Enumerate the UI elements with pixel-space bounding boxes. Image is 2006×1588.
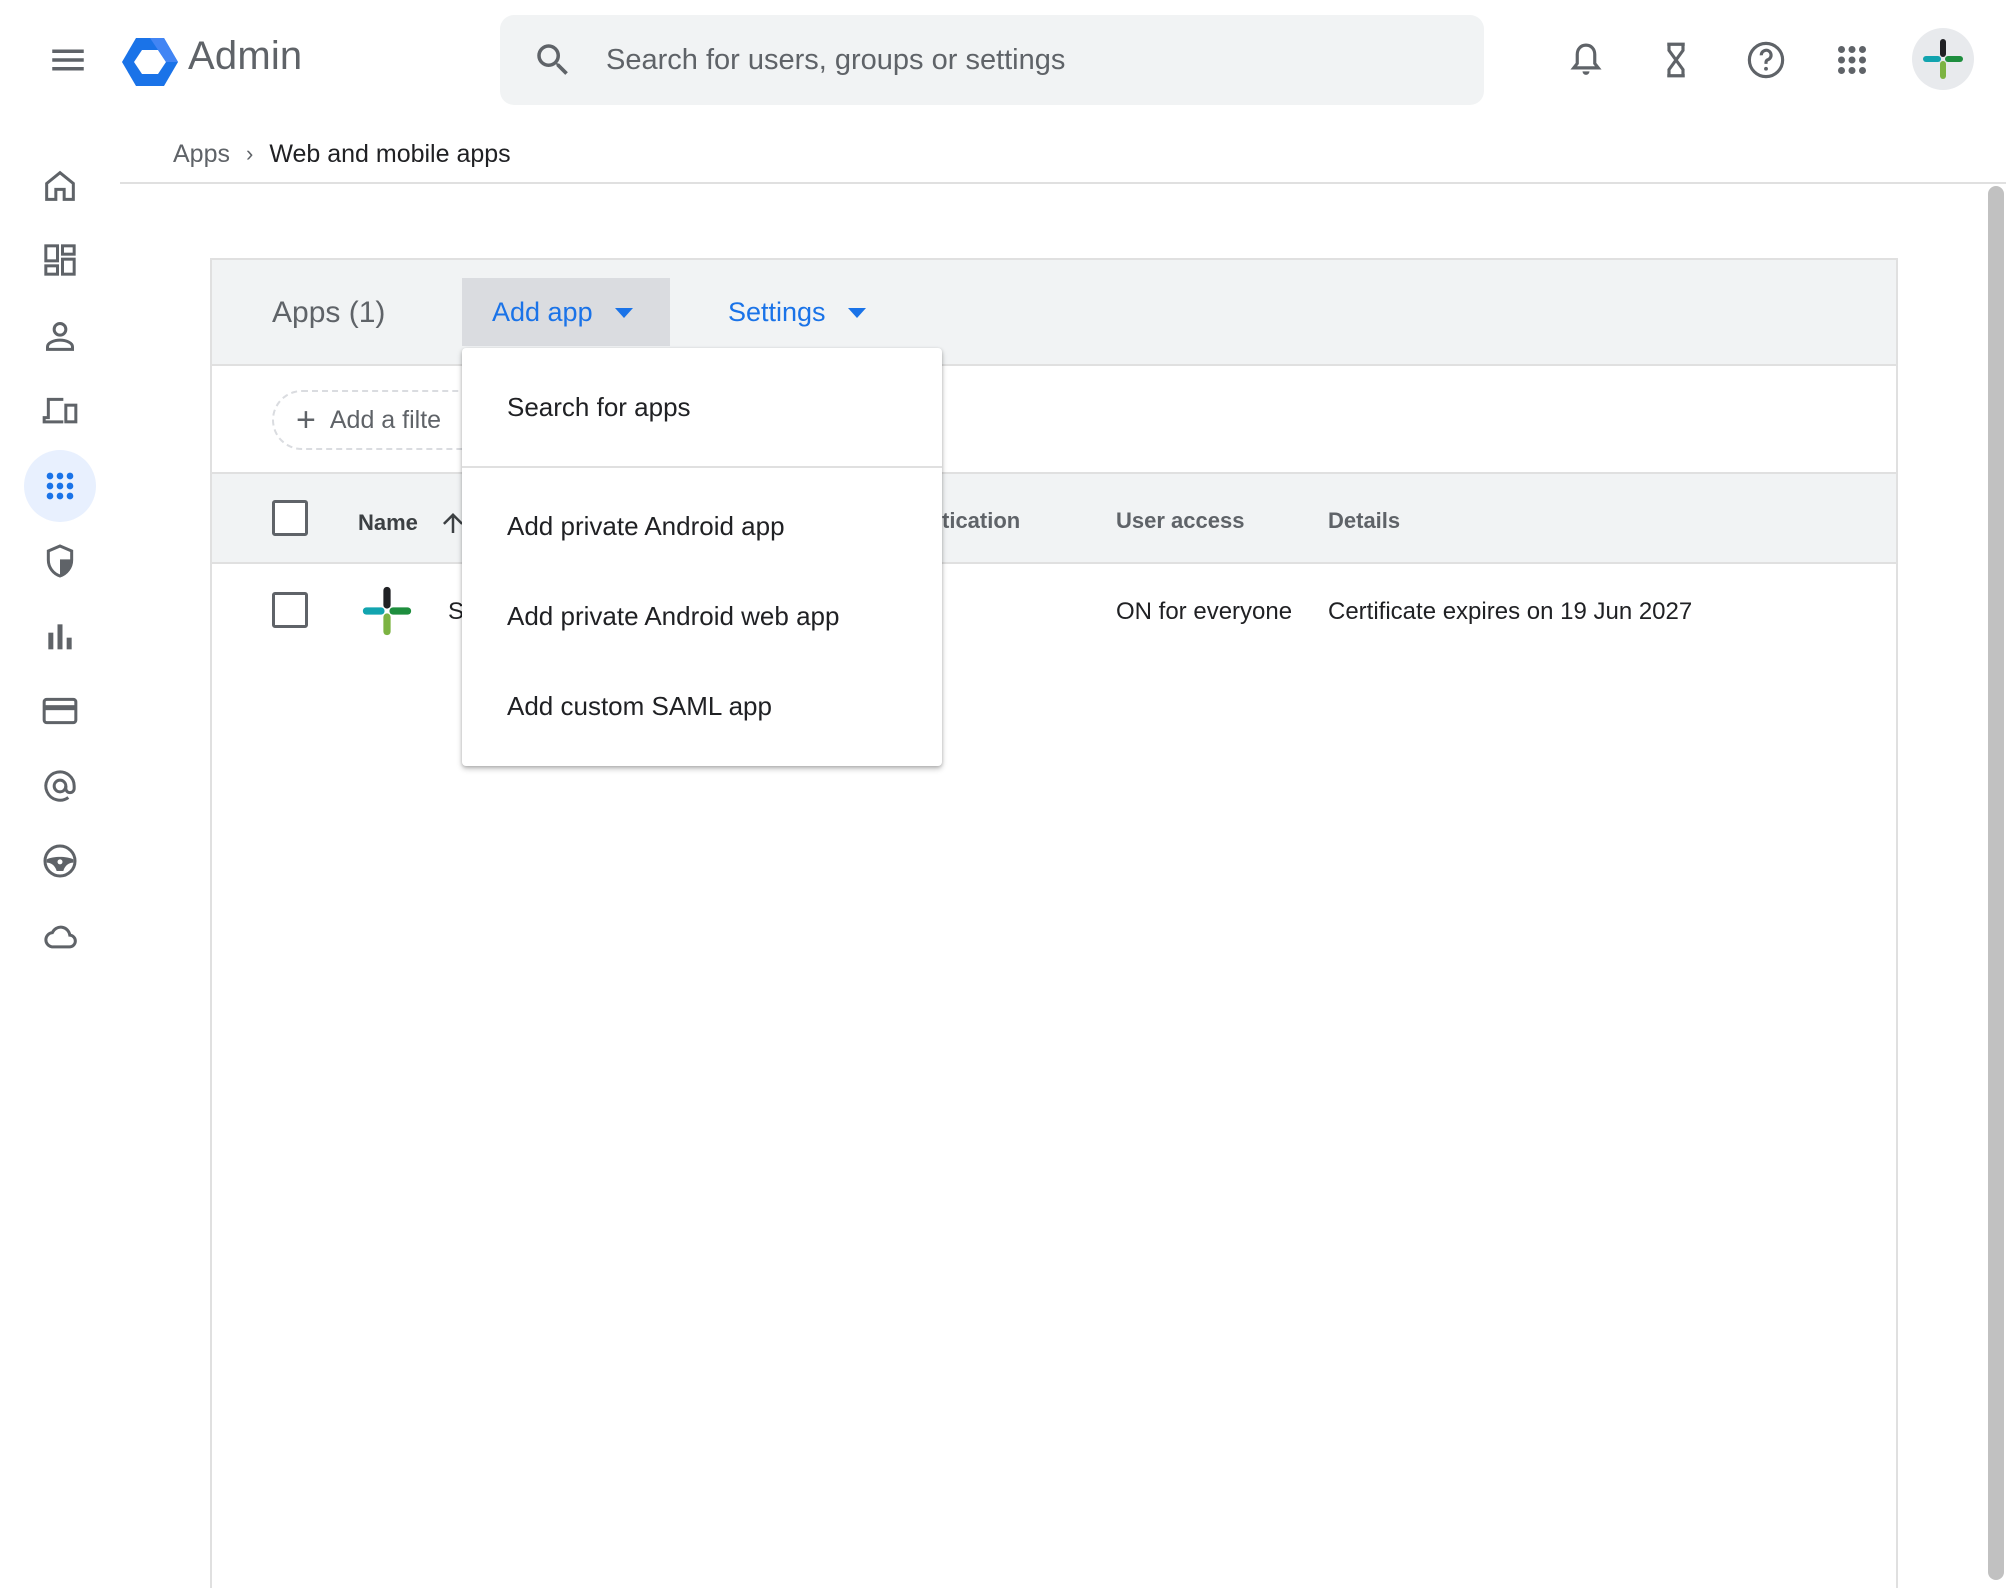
search-box[interactable] (500, 15, 1484, 105)
menu-divider (462, 466, 942, 468)
column-name[interactable]: Name (358, 508, 468, 538)
nav-dashboard[interactable] (24, 224, 96, 296)
home-icon (45, 170, 75, 201)
header-divider (120, 182, 2006, 184)
pinwheel-logo-icon (1923, 39, 1963, 79)
nav-directory[interactable] (24, 300, 96, 372)
menu-item-add-private-android-app[interactable]: Add private Android app (462, 486, 942, 566)
breadcrumb-apps-link[interactable]: Apps (173, 140, 230, 169)
reporting-bar-chart-icon (48, 624, 72, 650)
rules-steering-icon (43, 844, 77, 878)
app-title: Admin (188, 34, 303, 78)
nav-account[interactable] (24, 750, 96, 822)
caret-down-icon (614, 308, 633, 318)
add-app-label: Add app (492, 296, 593, 327)
bell-icon (1570, 43, 1602, 75)
nav-reporting[interactable] (24, 600, 96, 672)
storage-cloud-icon (44, 925, 77, 949)
hourglass-icon (1667, 42, 1685, 78)
help-button[interactable] (1736, 30, 1796, 90)
help-icon (1747, 41, 1785, 79)
tasks-button[interactable] (1646, 30, 1706, 90)
column-authentication[interactable]: tication (942, 508, 1020, 534)
account-at-icon (44, 770, 76, 802)
top-app-bar: Admin (0, 0, 2006, 122)
menu-item-search-for-apps[interactable]: Search for apps (462, 367, 942, 447)
menu-item-add-private-android-web-app[interactable]: Add private Android web app (462, 576, 942, 656)
apps-grid-icon (46, 472, 74, 500)
app-pinwheel-icon (362, 586, 412, 636)
billing-card-icon (42, 697, 78, 725)
dashboard-icon (44, 244, 76, 276)
column-name-label: Name (358, 510, 418, 535)
column-user-access[interactable]: User access (1116, 508, 1244, 534)
column-details[interactable]: Details (1328, 508, 1400, 534)
breadcrumb-current: Web and mobile apps (269, 139, 511, 168)
security-shield-icon (46, 544, 74, 578)
account-avatar[interactable] (1912, 28, 1974, 90)
caret-down-icon (847, 308, 866, 318)
scrollbar-thumb[interactable] (1988, 186, 2004, 1580)
search-icon (537, 44, 568, 75)
notifications-button[interactable] (1556, 30, 1616, 90)
breadcrumb-separator: › (245, 141, 254, 166)
breadcrumb: Apps › Web and mobile apps (173, 134, 511, 174)
menu-item-add-custom-saml-app[interactable]: Add custom SAML app (462, 666, 942, 746)
main-menu-button[interactable] (38, 30, 98, 90)
nav-devices[interactable] (24, 375, 96, 447)
hamburger-menu-icon (52, 49, 84, 71)
nav-billing[interactable] (24, 675, 96, 747)
search-input[interactable] (606, 43, 1466, 77)
settings-label: Settings (728, 296, 826, 327)
select-all-checkbox[interactable] (272, 500, 308, 536)
apps-grid-icon (1838, 46, 1866, 74)
nav-apps[interactable] (24, 450, 96, 522)
details-cell: Certificate expires on 19 Jun 2027 (1328, 598, 1693, 625)
devices-icon (42, 397, 78, 424)
nav-storage[interactable] (24, 900, 96, 972)
add-app-menu: Search for apps Add private Android app … (462, 348, 942, 766)
admin-logo-icon (122, 38, 178, 86)
add-filter-label: Add a filte (329, 405, 442, 434)
google-apps-button[interactable] (1822, 30, 1882, 90)
settings-button[interactable]: Settings (702, 278, 866, 346)
nav-security[interactable] (24, 525, 96, 597)
plus-icon: + (296, 401, 316, 439)
nav-rules[interactable] (24, 825, 96, 897)
user-access-cell: ON for everyone (1116, 598, 1293, 625)
apps-count-title: Apps (1) (272, 296, 386, 329)
nav-home[interactable] (24, 150, 96, 222)
add-app-button[interactable]: Add app (462, 278, 670, 346)
row-checkbox[interactable] (272, 592, 308, 628)
person-icon (46, 322, 74, 351)
